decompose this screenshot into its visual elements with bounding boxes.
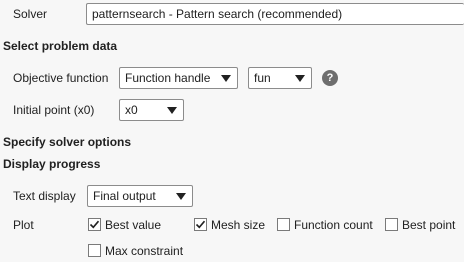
objective-function-handle-value: fun [254,71,271,85]
checkmark-icon [195,220,206,229]
objective-function-label: Objective function [13,71,109,85]
text-display-dropdown[interactable]: Final output [87,185,193,207]
max-constraint-checkbox[interactable] [88,244,101,257]
function-count-checkbox[interactable] [277,218,290,231]
text-display-label: Text display [13,189,76,203]
chevron-down-icon [295,75,305,82]
objective-function-type-dropdown[interactable]: Function handle [119,67,238,89]
objective-function-type-value: Function handle [125,71,211,85]
checkmark-icon [89,220,100,229]
initial-point-dropdown[interactable]: x0 [119,99,184,121]
mesh-size-label: Mesh size [211,218,266,232]
function-count-label: Function count [294,218,373,232]
mesh-size-checkbox[interactable] [194,218,207,231]
plot-label: Plot [13,218,34,232]
initial-point-value: x0 [125,103,138,117]
solver-dropdown[interactable]: patternsearch - Pattern search (recommen… [86,3,464,25]
max-constraint-label: Max constraint [105,244,184,258]
chevron-down-icon [221,75,231,82]
chevron-down-icon [167,107,177,114]
text-display-value: Final output [93,189,156,203]
best-value-label: Best value [105,218,162,232]
best-point-checkbox[interactable] [385,218,398,231]
display-progress-heading: Display progress [3,157,101,171]
problem-data-heading: Select problem data [3,39,118,53]
best-point-label: Best point [402,218,456,232]
solver-options-heading: Specify solver options [3,135,132,149]
chevron-down-icon [176,193,186,200]
solver-label: Solver [13,7,48,21]
objective-function-handle-dropdown[interactable]: fun [248,67,312,89]
best-value-checkbox[interactable] [88,218,101,231]
solver-value: patternsearch - Pattern search (recommen… [92,7,343,21]
help-icon[interactable]: ? [322,70,338,86]
initial-point-label: Initial point (x0) [13,103,95,117]
